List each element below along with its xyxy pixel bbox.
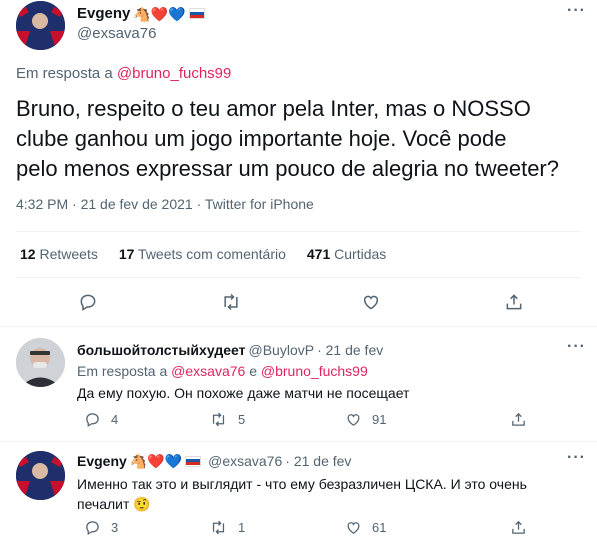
divider bbox=[0, 326, 597, 327]
reply-author-row: большойтолстыйхудеет @BuylovP · 21 de fe… bbox=[77, 342, 383, 358]
reply-target-link[interactable]: @exsava76 bbox=[171, 363, 245, 379]
retweet-action[interactable]: 1 bbox=[209, 519, 245, 536]
reply-text-line: Именно так это и выглядит - что ему безр… bbox=[77, 476, 527, 492]
likes-stat[interactable]: 471 Curtidas bbox=[307, 246, 386, 262]
share-icon[interactable] bbox=[510, 519, 527, 536]
share-icon[interactable] bbox=[504, 292, 524, 312]
reply-prefix: Em resposta a bbox=[16, 65, 113, 82]
tweet-meta[interactable]: 4:32 PM · 21 de fev de 2021 · Twitter fo… bbox=[16, 196, 314, 212]
reply-time[interactable]: · 21 de fev bbox=[317, 342, 383, 358]
retweet-count: 5 bbox=[238, 412, 246, 427]
reply-author-name[interactable]: большойтолстыйхудеет bbox=[77, 342, 246, 358]
like-count: 91 bbox=[372, 412, 387, 427]
tweet-text: Bruno, respeito o teu amor pela Inter, m… bbox=[16, 94, 559, 184]
reply-author-handle[interactable]: @BuylovP bbox=[249, 342, 315, 358]
divider bbox=[16, 277, 581, 278]
reply-author-name[interactable]: Evgeny bbox=[77, 453, 127, 469]
avatar[interactable] bbox=[16, 1, 65, 50]
retweet-icon[interactable] bbox=[220, 292, 242, 312]
divider bbox=[16, 231, 581, 232]
more-options-icon[interactable]: ··· bbox=[567, 449, 586, 467]
reply-text: Именно так это и выглядит - что ему безр… bbox=[77, 474, 527, 514]
reply-time[interactable]: · 21 de fev bbox=[285, 453, 351, 469]
retweets-stat[interactable]: 12 Retweets bbox=[20, 246, 98, 262]
tweet-text-line: pelo menos expressar um pouco de alegria… bbox=[16, 156, 559, 181]
retweet-icon[interactable] bbox=[209, 519, 228, 536]
reply-context: Em resposta a @exsava76 e @bruno_fuchs99 bbox=[77, 363, 368, 379]
russia-flag-icon bbox=[185, 455, 202, 467]
reply-count: 3 bbox=[111, 520, 119, 535]
tweet-text-line: clube ganhou um jogo importante hoje. Vo… bbox=[16, 126, 507, 151]
face-emoji: 🤨 bbox=[133, 496, 151, 512]
reply-text-fragment: печалит bbox=[77, 496, 130, 512]
author-handle[interactable]: @exsava76 bbox=[77, 25, 156, 42]
reply-target-link[interactable]: @bruno_fuchs99 bbox=[117, 65, 231, 82]
retweet-action[interactable]: 5 bbox=[209, 411, 245, 428]
reply-count: 4 bbox=[111, 412, 119, 427]
like-action[interactable]: 91 bbox=[345, 411, 386, 428]
reply-icon[interactable] bbox=[78, 292, 98, 312]
tweet-text-line: Bruno, respeito o teu amor pela Inter, m… bbox=[16, 96, 531, 121]
avatar[interactable] bbox=[16, 451, 65, 500]
name-emojis: 🐴❤️💙 bbox=[133, 5, 186, 22]
russia-flag-icon bbox=[188, 8, 205, 19]
share-icon[interactable] bbox=[510, 411, 527, 428]
avatar[interactable] bbox=[16, 338, 65, 387]
divider bbox=[0, 441, 597, 442]
reply-icon[interactable] bbox=[84, 411, 101, 428]
reply-context: Em resposta a @bruno_fuchs99 bbox=[16, 65, 231, 82]
like-action[interactable]: 61 bbox=[345, 519, 386, 536]
name-emojis: 🐴❤️💙 bbox=[129, 453, 183, 469]
more-options-icon[interactable]: ··· bbox=[567, 2, 586, 20]
more-options-icon[interactable]: ··· bbox=[567, 338, 586, 356]
author-name[interactable]: Evgeny bbox=[77, 5, 130, 22]
engagement-stats: 12 Retweets 17 Tweets com comentário 471… bbox=[20, 246, 386, 262]
reply-author-handle[interactable]: @exsava76 bbox=[208, 453, 282, 469]
reply-author-row: Evgeny 🐴❤️💙 @exsava76 · 21 de fev bbox=[77, 453, 351, 469]
quotes-stat[interactable]: 17 Tweets com comentário bbox=[119, 246, 286, 262]
like-icon[interactable] bbox=[345, 519, 362, 536]
retweet-icon[interactable] bbox=[209, 411, 228, 428]
reply-action[interactable]: 3 bbox=[84, 519, 118, 536]
reply-text: Да ему похую. Он похоже даже матчи не по… bbox=[77, 385, 410, 401]
retweet-count: 1 bbox=[238, 520, 246, 535]
reply-target-link[interactable]: @bruno_fuchs99 bbox=[261, 363, 368, 379]
reply-prefix: Em resposta a bbox=[77, 363, 168, 379]
author-name-row[interactable]: Evgeny 🐴❤️💙 bbox=[77, 5, 205, 22]
like-icon[interactable] bbox=[361, 292, 381, 312]
reply-icon[interactable] bbox=[84, 519, 101, 536]
reply-text-line: печалит 🤨 bbox=[77, 494, 527, 514]
reply-action[interactable]: 4 bbox=[84, 411, 118, 428]
like-icon[interactable] bbox=[345, 411, 362, 428]
like-count: 61 bbox=[372, 520, 387, 535]
reply-and: e bbox=[249, 363, 257, 379]
